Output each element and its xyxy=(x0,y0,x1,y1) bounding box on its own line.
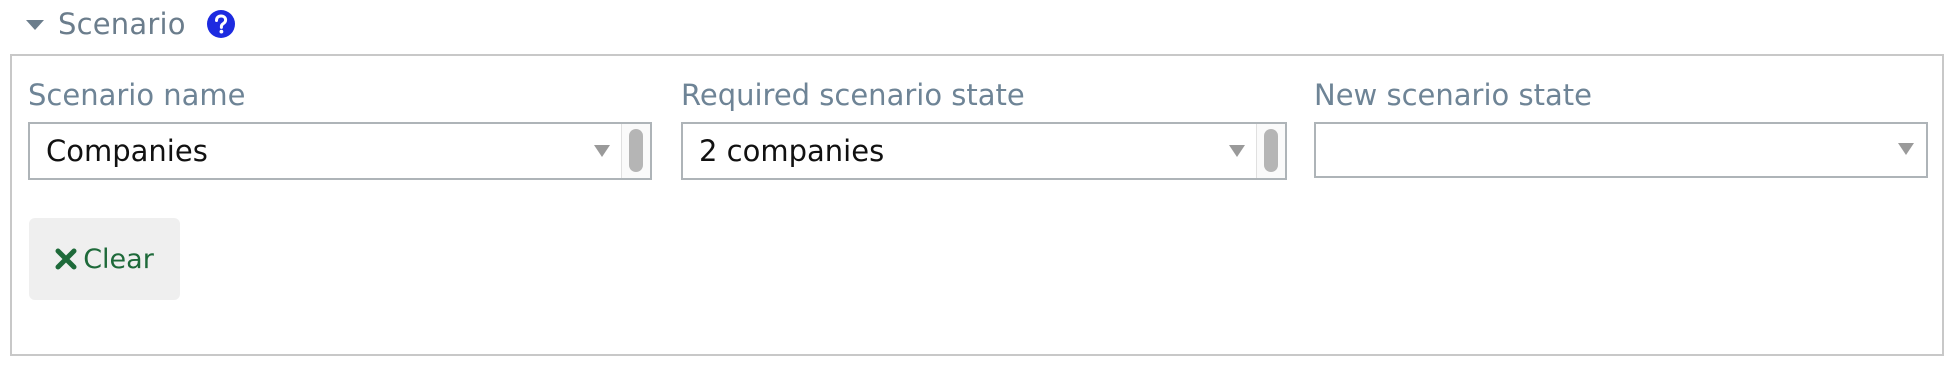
scenario-name-value: Companies xyxy=(46,134,208,168)
clear-button-label: Clear xyxy=(83,243,154,275)
scenario-name-label: Scenario name xyxy=(28,78,246,112)
required-state-value: 2 companies xyxy=(699,134,885,168)
chevron-down-icon[interactable] xyxy=(1898,143,1914,155)
scenario-panel: Scenario name Companies Required scenari… xyxy=(10,54,1944,356)
new-state-label: New scenario state xyxy=(1314,78,1592,112)
caret-down-icon[interactable] xyxy=(26,20,44,30)
scrollbar[interactable] xyxy=(1256,124,1285,178)
new-state-select[interactable] xyxy=(1314,122,1928,178)
chevron-down-icon[interactable] xyxy=(594,145,610,157)
section-header[interactable]: Scenario xyxy=(26,6,236,42)
scenario-name-select[interactable]: Companies xyxy=(28,122,652,180)
chevron-down-icon[interactable] xyxy=(1229,145,1245,157)
section-title[interactable]: Scenario xyxy=(58,7,186,41)
x-icon xyxy=(55,248,77,270)
required-state-select[interactable]: 2 companies xyxy=(681,122,1287,180)
scroll-thumb[interactable] xyxy=(629,129,643,172)
scroll-thumb[interactable] xyxy=(1264,129,1278,172)
required-state-label: Required scenario state xyxy=(681,78,1025,112)
question-circle-icon[interactable] xyxy=(206,9,236,39)
clear-button[interactable]: Clear xyxy=(29,218,180,300)
scrollbar[interactable] xyxy=(621,124,650,178)
